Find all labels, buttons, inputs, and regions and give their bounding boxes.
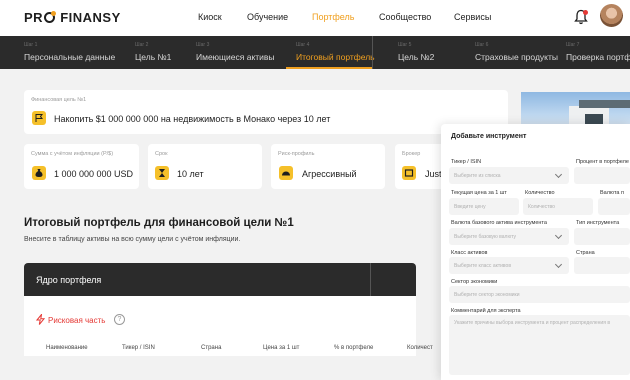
- step-label: Страховые продукты: [475, 52, 558, 62]
- core-title: Ядро портфеля: [36, 275, 102, 285]
- risk-part-label[interactable]: Рисковая часть: [48, 316, 105, 325]
- step-number: Шаг 2: [135, 42, 149, 48]
- step-label: Цель №2: [398, 52, 435, 62]
- avatar[interactable]: [600, 4, 623, 27]
- currency-select[interactable]: [598, 198, 630, 215]
- metric-label: Срок: [155, 151, 168, 157]
- nav-services[interactable]: Сервисы: [454, 12, 491, 22]
- instrument-type-label: Тип инструмента: [576, 220, 620, 226]
- step-number: Шаг 7: [566, 42, 580, 48]
- step-5[interactable]: Шаг 5 Цель №2: [398, 36, 448, 69]
- goal-card: [24, 90, 508, 134]
- flag-icon: [32, 111, 46, 125]
- comment-label: Комментарий для эксперта: [451, 308, 521, 314]
- comment-placeholder: Укажите причины выбора инструмента и про…: [454, 320, 610, 326]
- step-label: Персональные данные: [24, 52, 116, 62]
- step-number: Шаг 6: [475, 42, 489, 48]
- sector-placeholder: Выберите сектор экономики: [454, 292, 520, 298]
- step-1[interactable]: Шаг 1 Персональные данные: [24, 36, 119, 69]
- metric-label: Сумма с учётом инфляции (Р/$): [31, 151, 114, 157]
- ticker-placeholder: Выберите из списка: [454, 173, 501, 179]
- metric-label: Брокер: [402, 151, 421, 157]
- metric-value: Just: [425, 169, 442, 179]
- goal-label: Финансовая цель №1: [31, 97, 87, 103]
- metric-value: 10 лет: [177, 169, 204, 179]
- base-currency-label: Валюта базового актива инструмента: [451, 220, 547, 226]
- nav-kiosk[interactable]: Киоск: [198, 12, 222, 22]
- step-label: Цель №1: [135, 52, 172, 62]
- panel-title: Добавьте инструмент: [451, 133, 527, 140]
- step-number: Шаг 5: [398, 42, 412, 48]
- asset-class-label: Класс активов: [451, 250, 488, 256]
- steps-bar: Шаг 1 Персональные данные Шаг 2 Цель №1 …: [0, 36, 630, 69]
- metric-value: Агрессивный: [302, 169, 357, 179]
- step-label: Проверка портфе: [566, 52, 630, 62]
- portfolio-title: Итоговый портфель для финансовой цели №1: [24, 217, 294, 229]
- quantity-label: Количество: [525, 190, 555, 196]
- instrument-type-select[interactable]: [574, 228, 630, 245]
- goal-text: Накопить $1 000 000 000 на недвижимость …: [54, 114, 331, 124]
- step-4[interactable]: Шаг 4 Итоговый портфель: [286, 36, 375, 69]
- step-3[interactable]: Шаг 3 Имеющиеся активы: [196, 36, 276, 69]
- logo-o-mark: [44, 11, 57, 23]
- hourglass-icon: [155, 166, 169, 180]
- price-placeholder: Введите цену: [454, 204, 486, 210]
- metric-label: Риск-профиль: [278, 151, 315, 157]
- percent-label: Процент в портфеле: [576, 159, 629, 165]
- notification-dot: [583, 10, 588, 15]
- country-select[interactable]: [574, 257, 630, 274]
- gauge-icon: [279, 166, 293, 180]
- active-step-indicator: [286, 67, 372, 69]
- building-roof: [579, 100, 630, 108]
- base-currency-placeholder: Выберите базовую валюту: [454, 234, 516, 240]
- step-number: Шаг 1: [24, 42, 38, 48]
- broker-icon: [402, 166, 416, 180]
- sector-label: Сектор экономики: [451, 279, 498, 285]
- step-number: Шаг 4: [296, 42, 310, 48]
- percent-field[interactable]: [574, 167, 630, 184]
- step-6[interactable]: Шаг 6 Страховые продукты: [475, 36, 558, 69]
- column-header[interactable]: Страна: [201, 345, 221, 351]
- logo[interactable]: PR FINANSY: [24, 10, 121, 25]
- country-label: Страна: [576, 250, 595, 256]
- column-header[interactable]: Наименование: [46, 345, 88, 351]
- help-icon[interactable]: ?: [114, 314, 125, 325]
- column-header[interactable]: Тикер / ISIN: [122, 345, 155, 351]
- step-7[interactable]: Шаг 7 Проверка портфе: [566, 36, 630, 69]
- column-header[interactable]: Количест: [407, 345, 433, 351]
- nav-portfolio[interactable]: Портфель: [312, 12, 354, 22]
- step-label: Итоговый портфель: [296, 52, 375, 62]
- steps-divider: [372, 36, 373, 69]
- lightning-icon: [36, 314, 45, 325]
- metric-value: 1 000 000 000 USD: [54, 169, 134, 179]
- asset-class-placeholder: Выберите класс активов: [454, 263, 511, 269]
- step-label: Имеющиеся активы: [196, 52, 275, 62]
- step-2[interactable]: Шаг 2 Цель №1: [135, 36, 185, 69]
- nav-community[interactable]: Сообщество: [379, 12, 431, 22]
- portfolio-subtitle: Внесите в таблицу активы на всю сумму це…: [24, 236, 241, 243]
- column-header[interactable]: Цена за 1 шт: [263, 345, 299, 351]
- money-bag-icon: [32, 166, 46, 180]
- step-number: Шаг 3: [196, 42, 210, 48]
- ticker-label: Тикер / ISIN: [451, 159, 482, 165]
- currency-label: Валюта п: [600, 190, 624, 196]
- quantity-placeholder: Количество: [528, 204, 555, 210]
- top-header: PR FINANSY Киоск Обучение Портфель Сообщ…: [0, 0, 630, 36]
- column-header[interactable]: % в портфеле: [334, 345, 373, 351]
- nav-learning[interactable]: Обучение: [247, 12, 288, 22]
- price-label: Текущая цена за 1 шт: [451, 190, 507, 196]
- core-bar-divider: [370, 263, 371, 296]
